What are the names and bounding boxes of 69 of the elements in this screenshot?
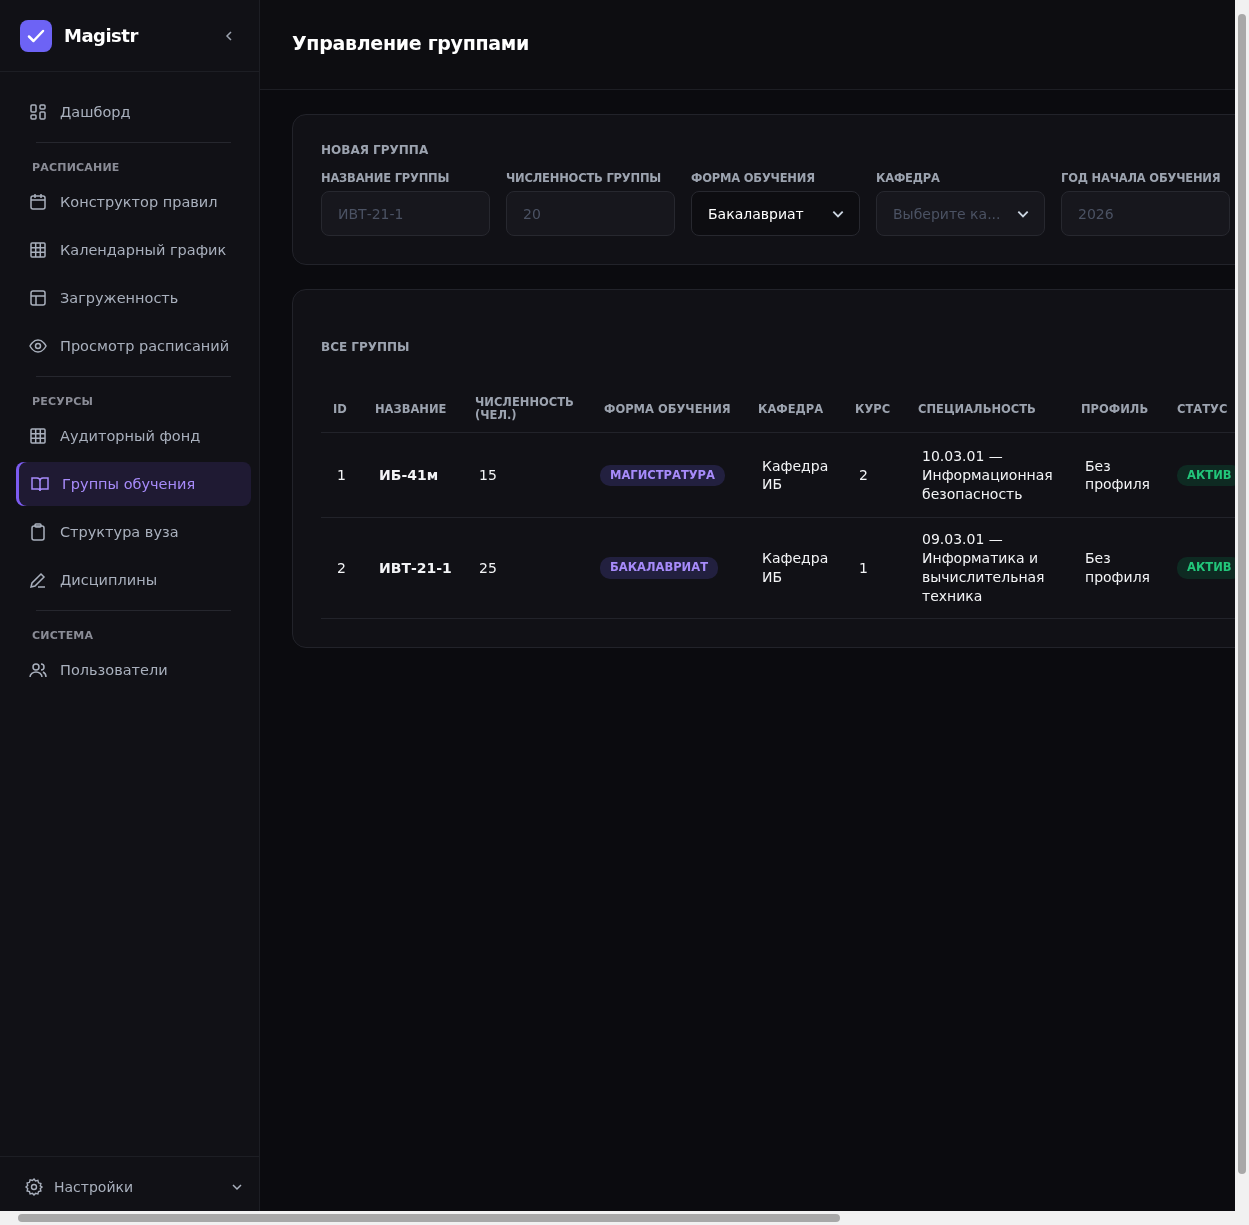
input-field[interactable]: 2026: [1061, 191, 1230, 236]
brand-name: Magistr: [64, 25, 140, 46]
field-label: ФОРМА ОБУЧЕНИЯ: [691, 171, 816, 185]
layout-icon: [28, 288, 48, 308]
column-header: КУРС: [843, 388, 906, 433]
section-heading: РАСПИСАНИЕ: [31, 160, 121, 176]
page-title: Управление группами: [292, 31, 530, 54]
pen-icon: [28, 570, 48, 590]
card-title: ВСЕ ГРУППЫ: [321, 340, 411, 354]
column-header: ID: [321, 388, 363, 433]
nav-item[interactable]: Пользователи: [16, 648, 251, 692]
table-cell: 2: [337, 559, 346, 576]
nav-item[interactable]: Календарный график: [16, 228, 251, 272]
table-cell: 1: [859, 559, 868, 576]
eye-icon: [28, 336, 48, 356]
chevron-down-icon: [231, 1181, 243, 1193]
column-header: КАФЕДРА: [746, 388, 843, 433]
nav-item[interactable]: Дашборд: [16, 90, 251, 134]
column-header: СПЕЦИАЛЬНОСТЬ: [906, 388, 1069, 433]
nav-item[interactable]: Загруженность: [16, 276, 251, 320]
section-heading: СИСТЕМА: [31, 628, 95, 644]
vertical-scrollbar[interactable]: [1235, 0, 1249, 1211]
grid-icon: [28, 426, 48, 446]
card-title: НОВАЯ ГРУППА: [321, 143, 430, 157]
nav-item[interactable]: Аудиторный фонд: [16, 414, 251, 458]
table-cell: 2: [859, 467, 868, 483]
table-cell: Без профиля: [1085, 550, 1151, 586]
grid-icon: [28, 240, 48, 260]
horizontal-scrollbar[interactable]: [0, 1211, 1249, 1225]
select-field[interactable]: Бакалавриат: [691, 191, 860, 236]
table-cell: ИВТ-21-1: [379, 559, 452, 576]
book-icon: [30, 474, 50, 494]
table-cell: 15: [479, 467, 497, 483]
calendar-icon: [28, 192, 48, 212]
nav-item[interactable]: Просмотр расписаний: [16, 324, 251, 368]
form-badge: БАКАЛАВРИАТ: [600, 557, 718, 579]
nav-item[interactable]: Группы обучения: [16, 462, 251, 506]
chevron-left-icon: [223, 29, 235, 42]
field-label: ЧИСЛЕННОСТЬ ГРУППЫ: [506, 171, 663, 185]
table-cell: Кафедра ИБ: [762, 550, 829, 586]
field-label: НАЗВАНИЕ ГРУППЫ: [321, 171, 451, 185]
settings-button[interactable]: Настройки: [24, 1167, 243, 1207]
table-cell: 1: [337, 467, 346, 483]
nav-item[interactable]: Структура вуза: [16, 510, 251, 554]
users-icon: [28, 660, 48, 680]
table-cell: Без профиля: [1085, 457, 1151, 493]
input-field[interactable]: ИВТ-21-1: [321, 191, 490, 236]
column-header: ФОРМА ОБУЧЕНИЯ: [592, 388, 746, 433]
form-badge: МАГИСТРАТУРА: [600, 464, 725, 487]
field-label: КАФЕДРА: [876, 171, 941, 185]
column-header: ЧИСЛЕННОСТЬ (ЧЕЛ.): [463, 388, 592, 433]
status-badge: АКТИВ: [1177, 464, 1235, 487]
logo-icon: [20, 19, 52, 52]
section-heading: РЕСУРСЫ: [31, 394, 95, 410]
clipboard-icon: [28, 522, 48, 542]
table-cell: 25: [479, 559, 497, 576]
status-badge: АКТИВ: [1177, 557, 1235, 579]
column-header: ПРОФИЛЬ: [1069, 388, 1165, 433]
table-cell: 10.03.01 — Информационная безопасность: [922, 448, 1053, 502]
table-cell: 09.03.01 — Информатика и вычислительная техника: [922, 531, 1045, 605]
dashboard-icon: [28, 102, 48, 122]
table-cell: ИБ-41м: [379, 467, 439, 483]
nav-item[interactable]: Дисциплины: [16, 558, 251, 602]
field-label: ГОД НАЧАЛА ОБУЧЕНИЯ: [1061, 171, 1222, 185]
table-cell: Кафедра ИБ: [762, 457, 829, 493]
nav-item[interactable]: Конструктор правил: [16, 180, 251, 224]
column-header: НАЗВАНИЕ: [363, 388, 463, 433]
input-field[interactable]: 20: [506, 191, 675, 236]
settings-icon: [24, 1177, 44, 1197]
